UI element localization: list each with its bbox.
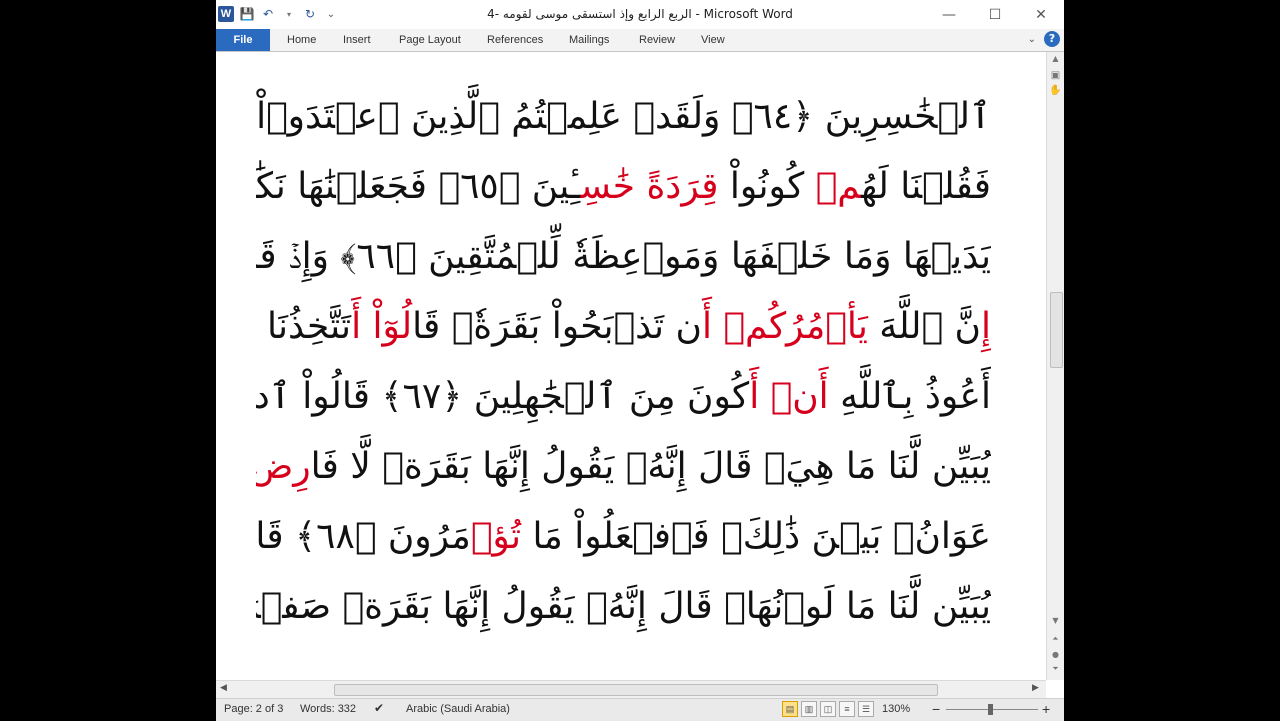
document-line: يَدَيۡهَا وَمَا خَلۡفَهَا وَمَوۡعِظَةٗ ل… bbox=[256, 222, 991, 292]
zoom-slider-knob[interactable] bbox=[988, 704, 993, 715]
document-line: إِنَّ ٱللَّهَ يَأۡمُرُكُمۡ أَن تَذۡبَحُو… bbox=[256, 292, 991, 362]
zoom-in-icon[interactable]: + bbox=[1042, 701, 1050, 717]
scroll-left-icon[interactable]: ◀ bbox=[220, 683, 227, 693]
scroll-right-icon[interactable]: ▶ bbox=[1032, 683, 1039, 693]
text-run: يَدَيۡهَا وَمَا خَلۡفَهَا وَمَوۡعِظَةٗ ل… bbox=[256, 236, 991, 277]
document-page[interactable]: ٱلۡخَٰسِرِينَ ﴿٦٤﴾ وَلَقَدۡ عَلِمۡتُمُ ٱ… bbox=[216, 52, 1046, 680]
tab-review[interactable]: Review bbox=[639, 29, 675, 51]
maximize-button[interactable]: ☐ bbox=[972, 0, 1018, 29]
minimize-ribbon-icon[interactable]: ⌄ bbox=[1028, 34, 1036, 45]
text-run: ن تَذۡبَحُواْ بَقَرَةٗۖ قَا bbox=[412, 306, 702, 347]
vertical-scrollbar[interactable]: ▲ ▣ ✋ ▼ ⏶ ● ⏷ bbox=[1046, 52, 1064, 680]
tab-references[interactable]: References bbox=[487, 29, 543, 51]
title-bar: W 💾 ↶ ▾ ↻ ⌄ الربع الرابع وإذ استسقى موسى… bbox=[216, 0, 1064, 29]
window-controls: — ☐ ✕ bbox=[926, 0, 1064, 29]
scroll-up-icon[interactable]: ▲ bbox=[1047, 54, 1064, 63]
document-line: يُبَيِّن لَّنَا مَا هِيَۚ قَالَ إِنَّهُۥ… bbox=[256, 432, 991, 502]
next-page-icon[interactable]: ⏷ bbox=[1047, 664, 1064, 674]
status-bar: Page: 2 of 3 Words: 332 ✔ Arabic (Saudi … bbox=[216, 698, 1064, 721]
highlighted-text-run: يَأۡمُرُكُمۡ أَ bbox=[701, 306, 868, 347]
tab-view[interactable]: View bbox=[701, 29, 725, 51]
print-layout-view-icon[interactable]: ▤ bbox=[782, 701, 798, 717]
text-run: ٱلۡخَٰسِرِينَ ﴿٦٤﴾ bbox=[720, 96, 991, 137]
pan-hand-icon[interactable]: ✋ bbox=[1047, 85, 1064, 96]
help-icon[interactable]: ? bbox=[1044, 31, 1060, 47]
close-button[interactable]: ✕ bbox=[1018, 0, 1064, 29]
text-run: أَعُوذُ بِٱللَّهِ bbox=[828, 376, 991, 417]
text-run: ـِٔينَ ﴿٦٥﴾ فَجَعَلۡنَٰهَا نَكَٰلٗا لِّم… bbox=[256, 166, 581, 207]
web-layout-icon[interactable]: ◫ bbox=[820, 701, 836, 717]
text-run: كُونَ مِنَ ٱلۡجَٰهِلِينَ ﴿٦٧﴾ قَالُواْ ٱ… bbox=[256, 376, 750, 417]
text-run: مَرُونَ ﴿٦٨﴾ قَالُواْ ٱدۡعُ لَنَا رَبَّك… bbox=[256, 516, 471, 557]
text-run: وَلَقَدۡ عَلِمۡتُمُ ٱلَّذِينَ ٱعۡتَدَوۡا… bbox=[256, 96, 721, 137]
tab-file[interactable]: File bbox=[216, 29, 270, 51]
draft-view-icon[interactable]: ☰ bbox=[858, 701, 874, 717]
minimize-button[interactable]: — bbox=[926, 0, 972, 29]
text-run: كُونُواْ bbox=[718, 166, 816, 207]
highlighted-text-run: أَنۡ أَ bbox=[749, 376, 829, 417]
page-count[interactable]: Page: 2 of 3 bbox=[224, 703, 283, 715]
tab-insert[interactable]: Insert bbox=[343, 29, 371, 51]
zoom-out-icon[interactable]: − bbox=[932, 701, 940, 717]
word-count[interactable]: Words: 332 bbox=[300, 703, 356, 715]
ruler-toggle-icon[interactable]: ▣ bbox=[1047, 70, 1064, 81]
scroll-down-icon[interactable]: ▼ bbox=[1047, 616, 1064, 625]
highlighted-text-run: لُوٓاْ أَ bbox=[351, 306, 413, 347]
text-run: نَّ ٱللَّهَ bbox=[867, 306, 981, 347]
zoom-level[interactable]: 130% bbox=[882, 703, 910, 715]
outline-view-icon[interactable]: ≡ bbox=[839, 701, 855, 717]
highlighted-text-run: مۡ bbox=[815, 166, 862, 207]
horizontal-scroll-thumb[interactable] bbox=[334, 684, 938, 696]
tab-mailings[interactable]: Mailings bbox=[569, 29, 609, 51]
horizontal-scrollbar[interactable]: ◀ ▶ bbox=[216, 680, 1046, 698]
highlighted-text-run: إِ bbox=[980, 306, 991, 347]
select-browse-object-icon[interactable]: ● bbox=[1047, 650, 1064, 659]
document-line: أَعُوذُ بِٱللَّهِ أَنۡ أَكُونَ مِنَ ٱلۡج… bbox=[256, 362, 991, 432]
highlighted-text-run: رِضٞ وَ bbox=[256, 446, 311, 487]
document-line: ٱلۡخَٰسِرِينَ ﴿٦٤﴾ وَلَقَدۡ عَلِمۡتُمُ ٱ… bbox=[256, 82, 991, 152]
proofing-icon[interactable]: ✔ bbox=[374, 701, 384, 715]
text-run: عَوَانُۢ بَيۡنَ ذَٰلِكَۖ فَٱفۡعَلُواْ مَ… bbox=[521, 516, 992, 557]
vertical-scroll-thumb[interactable] bbox=[1050, 292, 1063, 368]
word-window: W 💾 ↶ ▾ ↻ ⌄ الربع الرابع وإذ استسقى موسى… bbox=[216, 0, 1064, 721]
document-line: عَوَانُۢ بَيۡنَ ذَٰلِكَۖ فَٱفۡعَلُواْ مَ… bbox=[256, 502, 991, 572]
view-buttons: ▤ ▥ ◫ ≡ ☰ bbox=[782, 701, 874, 717]
language-indicator[interactable]: Arabic (Saudi Arabia) bbox=[406, 703, 510, 715]
text-run: تَتَّخِذُنَا bbox=[256, 306, 352, 347]
previous-page-icon[interactable]: ⏶ bbox=[1047, 634, 1064, 644]
text-run: يُبَيِّن لَّنَا مَا هِيَۚ قَالَ إِنَّهُۥ… bbox=[310, 446, 991, 487]
highlighted-text-run: تُؤۡ bbox=[470, 516, 522, 557]
tab-page-layout[interactable]: Page Layout bbox=[399, 29, 461, 51]
text-run: فَقُلۡنَا لَهُ bbox=[861, 166, 991, 207]
full-screen-reading-icon[interactable]: ▥ bbox=[801, 701, 817, 717]
ribbon-tabs: File Home Insert Page Layout References … bbox=[216, 29, 1064, 52]
highlighted-text-run: قِرَدَةً خَٰسِ bbox=[580, 166, 719, 207]
tab-home[interactable]: Home bbox=[287, 29, 316, 51]
text-run: يُبَيِّن لَّنَا مَا لَوۡنُهَاۚ قَالَ إِن… bbox=[256, 586, 991, 627]
document-line: يُبَيِّن لَّنَا مَا لَوۡنُهَاۚ قَالَ إِن… bbox=[256, 572, 991, 642]
document-line: فَقُلۡنَا لَهُمۡ كُونُواْ قِرَدَةً خَٰسِ… bbox=[256, 152, 991, 222]
